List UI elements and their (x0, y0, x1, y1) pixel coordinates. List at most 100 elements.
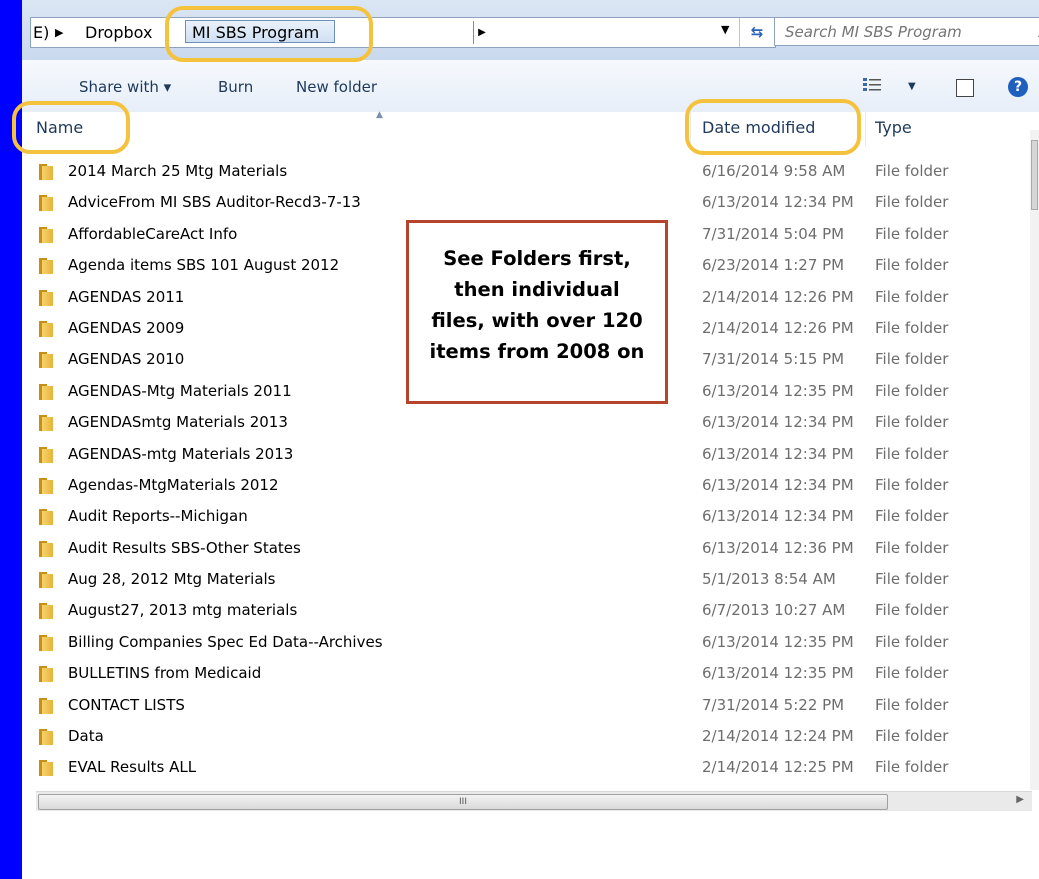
folder-icon (39, 289, 53, 306)
file-name[interactable]: Aug 28, 2012 Mtg Materials (68, 570, 276, 588)
file-type: File folder (875, 507, 949, 526)
sort-ascending-icon: ▲ (376, 110, 383, 120)
file-type: File folder (875, 570, 949, 589)
file-name[interactable]: AffordableCareAct Info (68, 225, 237, 243)
folder-icon (39, 509, 53, 526)
file-type: File folder (875, 350, 949, 369)
refresh-icon[interactable]: ⇆ (739, 18, 774, 47)
folder-icon (39, 572, 53, 589)
file-type: File folder (875, 287, 949, 306)
file-name[interactable]: BULLETINS from Medicaid (68, 664, 261, 682)
column-divider[interactable] (865, 112, 866, 146)
file-name[interactable]: AGENDAS 2009 (68, 319, 184, 337)
file-name[interactable]: EVAL Results ALL (68, 758, 196, 776)
file-name[interactable]: 2014 March 25 Mtg Materials (68, 162, 287, 180)
file-name[interactable]: Audit Reports--Michigan (68, 507, 248, 525)
file-name[interactable]: Billing Companies Spec Ed Data--Archives (68, 633, 383, 651)
file-date-modified: 2/14/2014 12:26 PM (702, 318, 854, 337)
file-name[interactable]: Data (68, 727, 104, 745)
list-item[interactable]: 2014 March 25 Mtg Materials 6/16/2014 9:5… (22, 156, 1032, 187)
file-type: File folder (875, 538, 949, 557)
search-box[interactable]: ⌕ (774, 17, 1039, 46)
file-name[interactable]: AGENDASmtg Materials 2013 (68, 413, 288, 431)
folder-icon (39, 477, 53, 494)
folder-icon (39, 383, 53, 400)
vertical-scrollbar[interactable] (1030, 130, 1039, 790)
file-date-modified: 6/13/2014 12:35 PM (702, 632, 854, 651)
highlight-oval-name-column (12, 101, 130, 154)
list-item[interactable]: Billing Companies Spec Ed Data--Archives… (22, 627, 1032, 658)
file-date-modified: 6/13/2014 12:35 PM (702, 381, 854, 400)
file-name[interactable]: Agenda items SBS 101 August 2012 (68, 256, 339, 274)
file-name[interactable]: Agendas-MtgMaterials 2012 (68, 476, 279, 494)
list-item[interactable]: AdviceFrom MI SBS Auditor-Recd3-7-13 6/13… (22, 187, 1032, 218)
list-item[interactable]: Aug 28, 2012 Mtg Materials 5/1/2013 8:54 … (22, 564, 1032, 595)
folder-icon (39, 352, 53, 369)
breadcrumb-drive[interactable]: E) (33, 18, 49, 47)
file-name[interactable]: AGENDAS-Mtg Materials 2011 (68, 382, 292, 400)
file-date-modified: 6/13/2014 12:36 PM (702, 538, 854, 557)
list-item[interactable]: AGENDAS-mtg Materials 2013 6/13/2014 12:3… (22, 439, 1032, 470)
column-header-type[interactable]: Type (875, 118, 912, 137)
file-date-modified: 6/13/2014 12:34 PM (702, 475, 854, 494)
file-date-modified: 6/16/2014 9:58 AM (702, 162, 846, 180)
list-item[interactable]: Audit Reports--Michigan 6/13/2014 12:34 P… (22, 501, 1032, 532)
scroll-grip: III (459, 797, 467, 807)
callout-line: then individual (454, 278, 620, 301)
column-header-row: ▲ Name Date modified Type (22, 110, 1039, 146)
horizontal-scrollbar[interactable]: III ▶ (36, 791, 1032, 811)
file-type: File folder (875, 256, 949, 275)
scroll-right-arrow-icon[interactable]: ▶ (1016, 794, 1024, 805)
breadcrumb-dropbox[interactable]: Dropbox (85, 18, 152, 47)
list-item[interactable]: CONTACT LISTS 7/31/2014 5:22 PM File folde… (22, 690, 1032, 721)
file-date-modified: 6/13/2014 12:34 PM (702, 413, 854, 432)
list-item[interactable]: BULLETINS from Medicaid 6/13/2014 12:35 P… (22, 658, 1032, 689)
file-name[interactable]: CONTACT LISTS (68, 696, 185, 714)
file-type: File folder (875, 601, 949, 620)
breadcrumb-expand-icon[interactable]: ▶ (473, 21, 490, 44)
file-name[interactable]: AdviceFrom MI SBS Auditor-Recd3-7-13 (68, 193, 361, 211)
file-name[interactable]: AGENDAS-mtg Materials 2013 (68, 445, 293, 463)
file-type: File folder (875, 664, 949, 683)
file-name[interactable]: AGENDAS 2010 (68, 350, 184, 368)
list-item[interactable]: Agendas-MtgMaterials 2012 6/13/2014 12:34… (22, 470, 1032, 501)
view-options-dropdown-icon[interactable]: ▼ (908, 74, 916, 100)
new-folder-button[interactable]: New folder (296, 74, 377, 100)
file-name[interactable]: August27, 2013 mtg materials (68, 601, 297, 619)
file-date-modified: 2/14/2014 12:24 PM (702, 727, 854, 746)
list-item[interactable]: Audit Results SBS-Other States 6/13/2014 … (22, 533, 1032, 564)
folder-icon (39, 164, 53, 180)
file-date-modified: 2/14/2014 12:25 PM (702, 758, 854, 777)
help-icon[interactable]: ? (1008, 77, 1028, 97)
burn-button[interactable]: Burn (218, 74, 253, 100)
list-item[interactable]: August27, 2013 mtg materials 6/7/2013 10:… (22, 595, 1032, 626)
share-with-button[interactable]: Share with ▾ (79, 74, 171, 100)
file-type: File folder (875, 695, 949, 714)
breadcrumb-separator[interactable]: ▶ (55, 18, 63, 47)
callout-line: files, with over 120 (431, 309, 643, 332)
list-item[interactable]: Data 2/14/2014 12:24 PM File folder (22, 721, 1032, 752)
file-type: File folder (875, 444, 949, 463)
command-toolbar: Share with ▾ Burn New folder ▼ ? (22, 60, 1039, 113)
highlight-oval-date-column (685, 99, 861, 155)
view-options-icon[interactable] (862, 76, 884, 94)
address-history-dropdown-icon[interactable]: ▼ (721, 23, 729, 36)
horizontal-scroll-thumb[interactable]: III (38, 794, 888, 810)
vertical-scroll-thumb[interactable] (1031, 140, 1038, 210)
folder-icon (39, 697, 53, 714)
file-type: File folder (875, 475, 949, 494)
file-type: File folder (875, 162, 949, 180)
address-box[interactable]: E) ▶ Dropbox MI SBS Program ▶ ▼ ⇆ (30, 17, 776, 48)
file-name[interactable]: AGENDAS 2011 (68, 288, 184, 306)
file-type: File folder (875, 224, 949, 243)
file-date-modified: 6/23/2014 1:27 PM (702, 256, 845, 275)
list-item[interactable]: EVAL Results ALL 2/14/2014 12:25 PM File f… (22, 752, 1032, 783)
file-name[interactable]: Audit Results SBS-Other States (68, 539, 301, 557)
folder-icon (39, 666, 53, 683)
file-type: File folder (875, 632, 949, 651)
preview-pane-icon[interactable] (956, 79, 974, 97)
callout-line: items from 2008 on (429, 340, 645, 363)
search-input[interactable] (783, 18, 1027, 46)
file-type: File folder (875, 318, 949, 337)
list-item[interactable]: AGENDASmtg Materials 2013 6/13/2014 12:34… (22, 407, 1032, 438)
